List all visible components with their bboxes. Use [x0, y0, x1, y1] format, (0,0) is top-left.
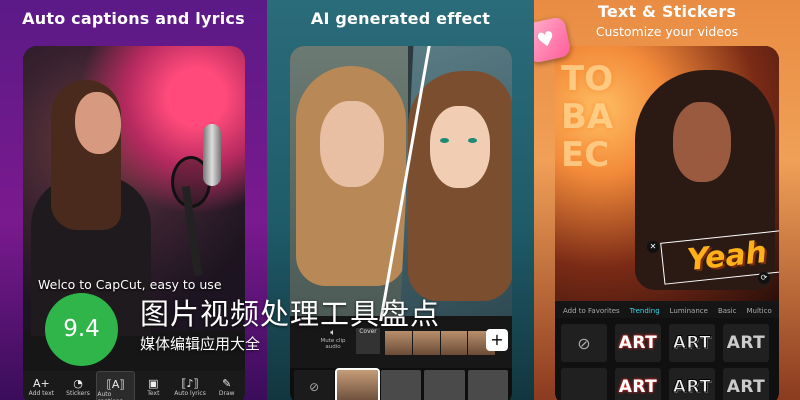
panel-subtitle: Customize your videos	[595, 24, 739, 39]
rotate-icon[interactable]: ⟳	[758, 272, 770, 284]
tab-trending[interactable]: Trending	[630, 307, 660, 315]
effect-thumbnail[interactable]	[467, 370, 509, 400]
toolbar-auto-lyrics[interactable]: ⟦♪⟧ Auto lyrics	[172, 371, 209, 400]
toolbar-auto-captions[interactable]: ⟦A⟧ Auto captions	[96, 371, 136, 400]
text-style-option[interactable]: ART	[669, 324, 715, 362]
anime-eye	[440, 138, 449, 143]
neon-sign-background: TO BA EC	[561, 59, 614, 175]
text-style-option[interactable]: ART	[723, 324, 769, 362]
art-style-label: ART	[672, 333, 712, 354]
add-clip-button[interactable]: +	[486, 329, 508, 351]
clip-thumbnail	[385, 331, 412, 355]
anime-face	[430, 106, 490, 188]
art-style-label: ART	[618, 333, 658, 353]
text-icon: ▣	[148, 377, 159, 390]
anime-eye	[468, 138, 477, 143]
effect-thumbnail[interactable]	[424, 370, 465, 400]
feature-panel-ai-effect: AI generated effect 🔈︎ Mute clip audio C…	[267, 0, 534, 400]
before-after-photo	[290, 46, 512, 334]
toolbar-label: Auto captions	[97, 391, 122, 400]
panel-title: Auto captions and lyrics	[22, 9, 245, 28]
toolbar-label: Auto lyrics	[174, 390, 206, 397]
text-style-option[interactable]: ART	[669, 368, 715, 400]
effect-thumbnail[interactable]	[380, 370, 422, 400]
toolbar-add-text[interactable]: A+ Add text	[23, 371, 60, 400]
sticker-tabs: Add to Favorites Trending Luminance Basi…	[555, 304, 779, 318]
toolbar-label: Text	[147, 390, 160, 397]
panel-title: AI generated effect	[310, 9, 491, 28]
tab-multicolor[interactable]: Multico	[746, 307, 771, 315]
tab-luminance[interactable]: Luminance	[670, 307, 708, 315]
art-style-label: ART	[672, 377, 712, 398]
text-style-option[interactable]: ART	[615, 324, 661, 362]
sticker-icon: ◔	[73, 377, 83, 390]
toolbar-text[interactable]: ▣ Text	[135, 371, 172, 400]
no-effect-icon[interactable]: ⊘	[294, 370, 335, 400]
app-store-banner: Auto captions and lyrics Welco to CapCut…	[0, 0, 800, 400]
edit-toolbar: A+ Add text ◔ Stickers ⟦A⟧ Auto captions…	[23, 371, 245, 400]
toolbar-draw[interactable]: ✎ Draw	[208, 371, 245, 400]
text-style-option[interactable]	[561, 368, 607, 400]
clip-thumbnail	[440, 331, 468, 355]
effect-thumbnails: ⊘	[290, 368, 512, 400]
tab-basic[interactable]: Basic	[718, 307, 737, 315]
toolbar-label: Add text	[28, 390, 55, 397]
portrait-face	[673, 102, 731, 182]
original-face	[320, 101, 384, 187]
ban-icon: ⊘	[577, 333, 591, 353]
text-style-option[interactable]: ART	[723, 368, 769, 400]
art-style-label: ART	[726, 377, 766, 397]
phone-screen: 🔈︎ Mute clip audio Cover + ⊘	[290, 46, 512, 400]
microphone-icon	[203, 124, 221, 186]
rating-badge: 9.4	[45, 293, 118, 366]
singer-face	[75, 92, 121, 154]
close-icon[interactable]: ✕	[647, 241, 659, 253]
text-style-grid: ⊘ ART ART ART ART ART ART	[555, 318, 779, 400]
text-style-option[interactable]: ART	[615, 368, 661, 400]
overlay-subtitle: 媒体编辑应用大全	[140, 335, 261, 353]
draw-icon: ✎	[222, 377, 232, 390]
effect-thumbnail-selected[interactable]	[335, 368, 380, 400]
auto-captions-icon: ⟦A⟧	[106, 378, 125, 391]
art-style-label: ART	[726, 333, 766, 353]
toolbar-stickers[interactable]: ◔ Stickers	[60, 371, 97, 400]
clip-thumbnail	[412, 331, 440, 355]
toolbar-label: Draw	[218, 390, 235, 397]
no-style-option[interactable]: ⊘	[561, 324, 607, 362]
clip-track[interactable]	[385, 331, 495, 355]
auto-caption-text: Welco to CapCut, easy to use	[38, 277, 222, 292]
feature-panel-text-stickers: Text & Stickers Customize your videos TO…	[534, 0, 800, 400]
mute-label: Mute clip audio	[320, 338, 346, 350]
toolbar-label: Stickers	[66, 390, 90, 397]
overlay-title: 图片视频处理工具盘点	[140, 297, 441, 331]
panel-title: Text & Stickers	[597, 2, 737, 21]
text-add-icon: A+	[32, 377, 50, 390]
tab-favorites[interactable]: Add to Favorites	[563, 307, 620, 315]
auto-lyrics-icon: ⟦♪⟧	[181, 377, 199, 390]
phone-screen: TO BA EC Yeah ✕ ⟳ Add to Favorites Trendin…	[555, 46, 779, 400]
art-style-label: ART	[618, 377, 658, 397]
